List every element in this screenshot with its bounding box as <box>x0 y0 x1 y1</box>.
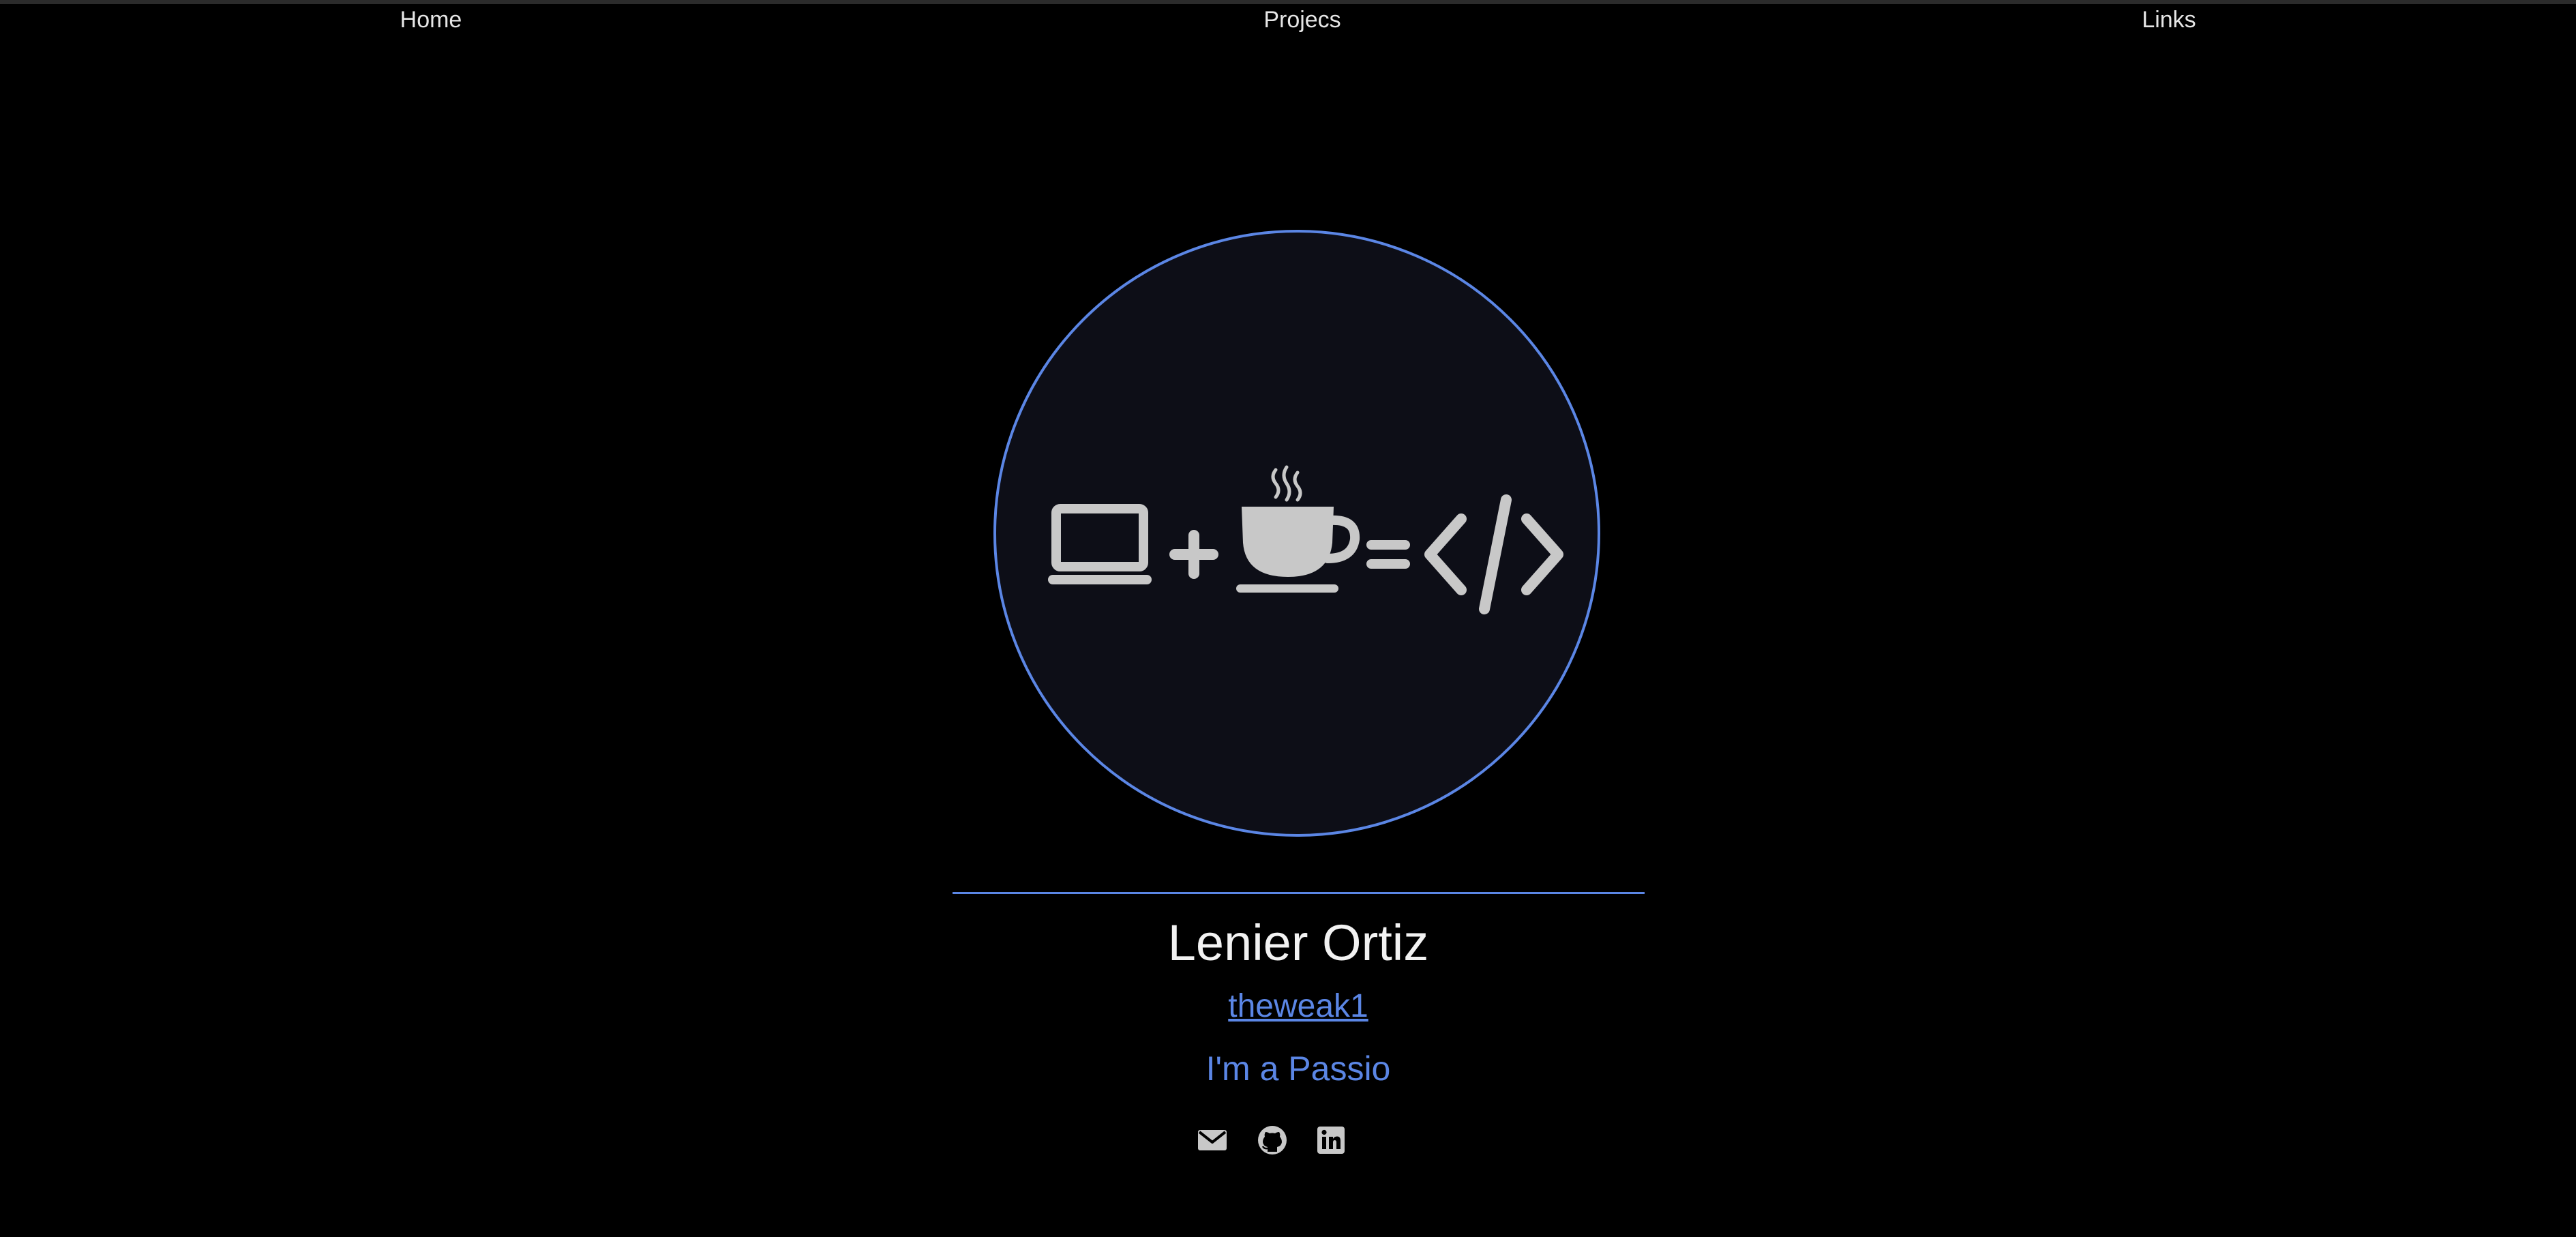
profile-name: Lenier Ortiz <box>1167 914 1429 971</box>
linkedin-icon <box>1317 1127 1345 1154</box>
equals-icon <box>1366 540 1410 569</box>
profile-handle-link[interactable]: theweak1 <box>1228 988 1368 1024</box>
code-icon <box>1424 494 1563 614</box>
profile-tagline: I'm a Passio <box>1205 1049 1391 1088</box>
nav-home-link[interactable]: Home <box>400 7 462 33</box>
nav-projects-link[interactable]: Projecs <box>1263 7 1341 33</box>
avatar <box>993 230 1600 837</box>
profile-handle: theweak1 <box>0 987 2576 1025</box>
email-link[interactable] <box>1196 1124 1231 1158</box>
page: Home Projecs Links Lenier Ortiz theweak1… <box>0 0 2576 1237</box>
plus-icon <box>1169 530 1218 579</box>
coffee-cup-icon <box>1236 465 1360 593</box>
laptop-plus-coffee-equals-code-logo <box>1048 465 1563 614</box>
envelope-icon <box>1198 1130 1227 1150</box>
github-link[interactable] <box>1256 1124 1291 1158</box>
profile-divider <box>953 892 1645 894</box>
top-nav: Home Projecs Links <box>0 5 2576 38</box>
top-strip <box>0 0 2576 4</box>
linkedin-link[interactable] <box>1315 1124 1350 1158</box>
github-icon <box>1258 1126 1287 1154</box>
nav-links-link[interactable]: Links <box>2142 7 2196 33</box>
social-links <box>1196 1124 1401 1158</box>
laptop-icon <box>1048 504 1152 584</box>
